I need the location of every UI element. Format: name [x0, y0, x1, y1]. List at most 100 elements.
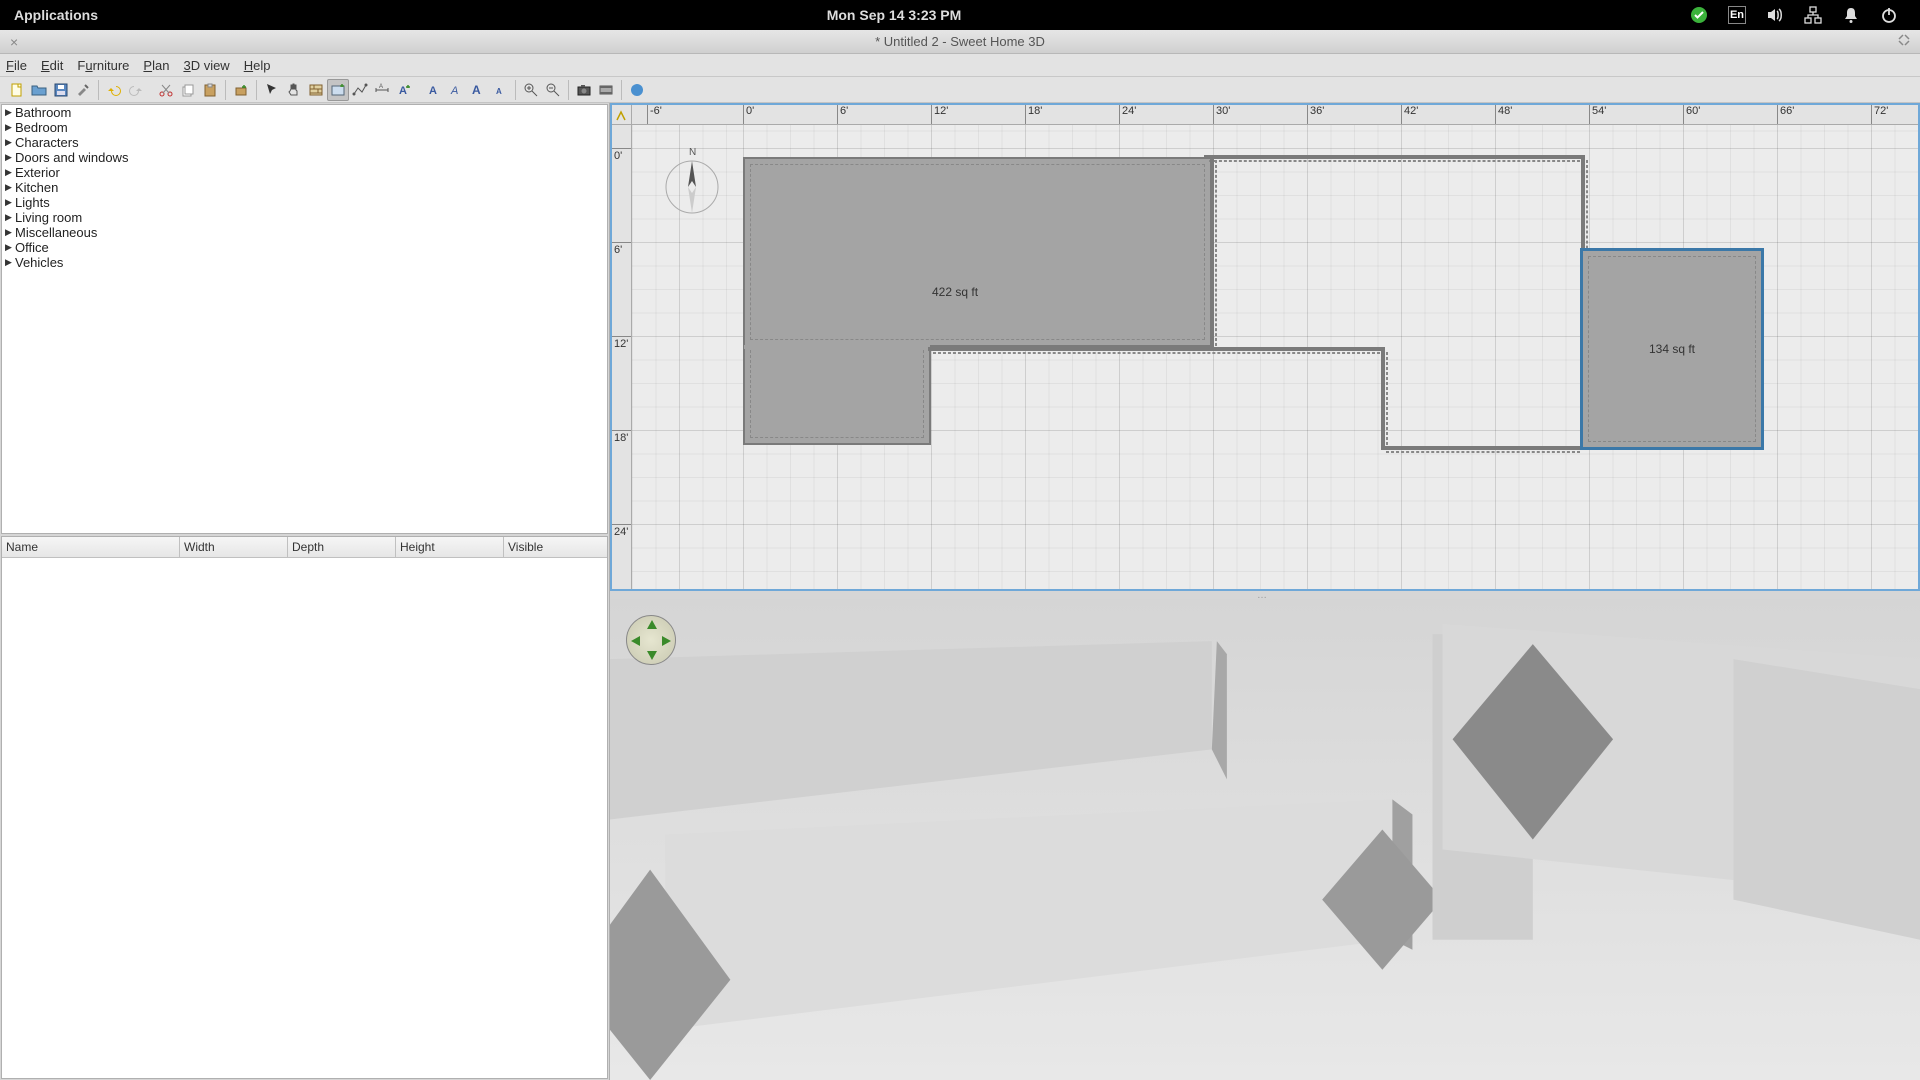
- nav-up-icon[interactable]: [647, 620, 657, 629]
- ruler-tick: 42': [1401, 105, 1418, 124]
- select-tool[interactable]: [261, 79, 283, 101]
- wall-segment[interactable]: [928, 347, 1385, 351]
- preferences-button[interactable]: [72, 79, 94, 101]
- col-depth[interactable]: Depth: [288, 537, 396, 557]
- zoom-out-button[interactable]: [542, 79, 564, 101]
- horizontal-ruler[interactable]: -6'0'6'12'18'24'30'36'42'48'54'60'66'72': [632, 105, 1918, 125]
- 3d-view[interactable]: [610, 599, 1920, 1080]
- wall-segment[interactable]: [1204, 155, 1585, 159]
- ruler-tick: 72': [1871, 105, 1888, 124]
- text-italic-button[interactable]: A: [445, 79, 467, 101]
- open-button[interactable]: [28, 79, 50, 101]
- room-large-bottom[interactable]: [743, 345, 931, 445]
- col-name[interactable]: Name: [2, 537, 180, 557]
- 3d-render: [610, 599, 1920, 1080]
- room-small[interactable]: 134 sq ft: [1581, 249, 1763, 449]
- wall-segment[interactable]: [1381, 347, 1385, 450]
- col-height[interactable]: Height: [396, 537, 504, 557]
- room-large-top[interactable]: [743, 157, 1212, 347]
- ruler-tick: 48': [1495, 105, 1512, 124]
- create-text-tool[interactable]: A: [393, 79, 415, 101]
- network-icon[interactable]: [1804, 6, 1822, 24]
- undo-button[interactable]: [103, 79, 125, 101]
- catalog-category[interactable]: ▶Lights: [2, 195, 607, 210]
- cut-button[interactable]: [155, 79, 177, 101]
- catalog-category[interactable]: ▶Doors and windows: [2, 150, 607, 165]
- furniture-catalog[interactable]: ▶Bathroom ▶Bedroom ▶Characters ▶Doors an…: [1, 104, 608, 534]
- furniture-list-header[interactable]: Name Width Depth Height Visible: [2, 537, 607, 558]
- new-button[interactable]: [6, 79, 28, 101]
- create-rooms-tool[interactable]: [327, 79, 349, 101]
- nav-right-icon[interactable]: [662, 636, 671, 646]
- help-button[interactable]: "/>?: [626, 79, 648, 101]
- 3d-navigation-widget[interactable]: [626, 615, 676, 665]
- ruler-tick: -6': [647, 105, 662, 124]
- catalog-category[interactable]: ▶Living room: [2, 210, 607, 225]
- menu-file[interactable]: File: [6, 58, 27, 73]
- svg-text:N: N: [689, 147, 696, 158]
- catalog-category[interactable]: ▶Exterior: [2, 165, 607, 180]
- paste-button[interactable]: [199, 79, 221, 101]
- col-width[interactable]: Width: [180, 537, 288, 557]
- menu-edit[interactable]: Edit: [41, 58, 63, 73]
- catalog-category[interactable]: ▶Vehicles: [2, 255, 607, 270]
- menu-furniture[interactable]: Furniture: [77, 58, 129, 73]
- create-photo-button[interactable]: [573, 79, 595, 101]
- room-large-label: 422 sq ft: [932, 285, 978, 299]
- split-handle[interactable]: [610, 591, 1920, 599]
- nav-left-icon[interactable]: [631, 636, 640, 646]
- ruler-tick: 18': [1025, 105, 1042, 124]
- ruler-tick: 24': [612, 524, 631, 538]
- window-maximize-button[interactable]: [1898, 34, 1910, 49]
- ruler-tick: 54': [1589, 105, 1606, 124]
- catalog-category[interactable]: ▶Bedroom: [2, 120, 607, 135]
- redo-button[interactable]: [125, 79, 147, 101]
- copy-button[interactable]: [177, 79, 199, 101]
- system-clock[interactable]: Mon Sep 14 3:23 PM: [98, 7, 1690, 23]
- pan-tool[interactable]: [283, 79, 305, 101]
- col-visible[interactable]: Visible: [504, 537, 607, 557]
- create-polylines-tool[interactable]: [349, 79, 371, 101]
- svg-text:A: A: [399, 85, 407, 97]
- save-button[interactable]: [50, 79, 72, 101]
- menu-3d-view[interactable]: 3D view: [183, 58, 229, 73]
- window-title: * Untitled 2 - Sweet Home 3D: [0, 34, 1920, 49]
- create-walls-tool[interactable]: [305, 79, 327, 101]
- catalog-category[interactable]: ▶Kitchen: [2, 180, 607, 195]
- menu-plan[interactable]: Plan: [143, 58, 169, 73]
- ruler-tick: 24': [1119, 105, 1136, 124]
- nav-down-icon[interactable]: [647, 651, 657, 660]
- catalog-category[interactable]: ▶Office: [2, 240, 607, 255]
- catalog-category[interactable]: ▶Bathroom: [2, 105, 607, 120]
- applications-menu[interactable]: Applications: [0, 7, 98, 23]
- increase-text-button[interactable]: A: [467, 79, 489, 101]
- catalog-category[interactable]: ▶Characters: [2, 135, 607, 150]
- window-close-button[interactable]: ×: [10, 34, 18, 50]
- add-furniture-button[interactable]: [230, 79, 252, 101]
- input-method-indicator[interactable]: En: [1728, 6, 1746, 24]
- text-bold-button[interactable]: A: [423, 79, 445, 101]
- status-ok-icon[interactable]: [1690, 6, 1708, 24]
- power-icon[interactable]: [1880, 6, 1898, 24]
- wall-segment[interactable]: [1381, 446, 1585, 450]
- furniture-list[interactable]: Name Width Depth Height Visible: [1, 536, 608, 1079]
- catalog-category[interactable]: ▶Miscellaneous: [2, 225, 607, 240]
- create-dimensions-tool[interactable]: A: [371, 79, 393, 101]
- vertical-ruler[interactable]: 0'6'12'18'24': [612, 125, 632, 589]
- ruler-tick: 0': [743, 105, 754, 124]
- ruler-tick: 0': [612, 148, 631, 162]
- compass-icon[interactable]: N: [662, 145, 722, 220]
- zoom-in-button[interactable]: [520, 79, 542, 101]
- notifications-icon[interactable]: [1842, 6, 1860, 24]
- svg-text:A: A: [496, 87, 502, 96]
- ruler-tick: 66': [1777, 105, 1794, 124]
- plan-canvas[interactable]: N 422 sq ft: [632, 125, 1918, 589]
- create-video-button[interactable]: [595, 79, 617, 101]
- volume-icon[interactable]: [1766, 6, 1784, 24]
- ruler-origin-button[interactable]: [612, 105, 632, 125]
- window-titlebar[interactable]: × * Untitled 2 - Sweet Home 3D: [0, 30, 1920, 54]
- menu-help[interactable]: Help: [244, 58, 271, 73]
- plan-view[interactable]: -6'0'6'12'18'24'30'36'42'48'54'60'66'72'…: [610, 103, 1920, 591]
- wall-segment[interactable]: [1210, 155, 1214, 351]
- decrease-text-button[interactable]: A: [489, 79, 511, 101]
